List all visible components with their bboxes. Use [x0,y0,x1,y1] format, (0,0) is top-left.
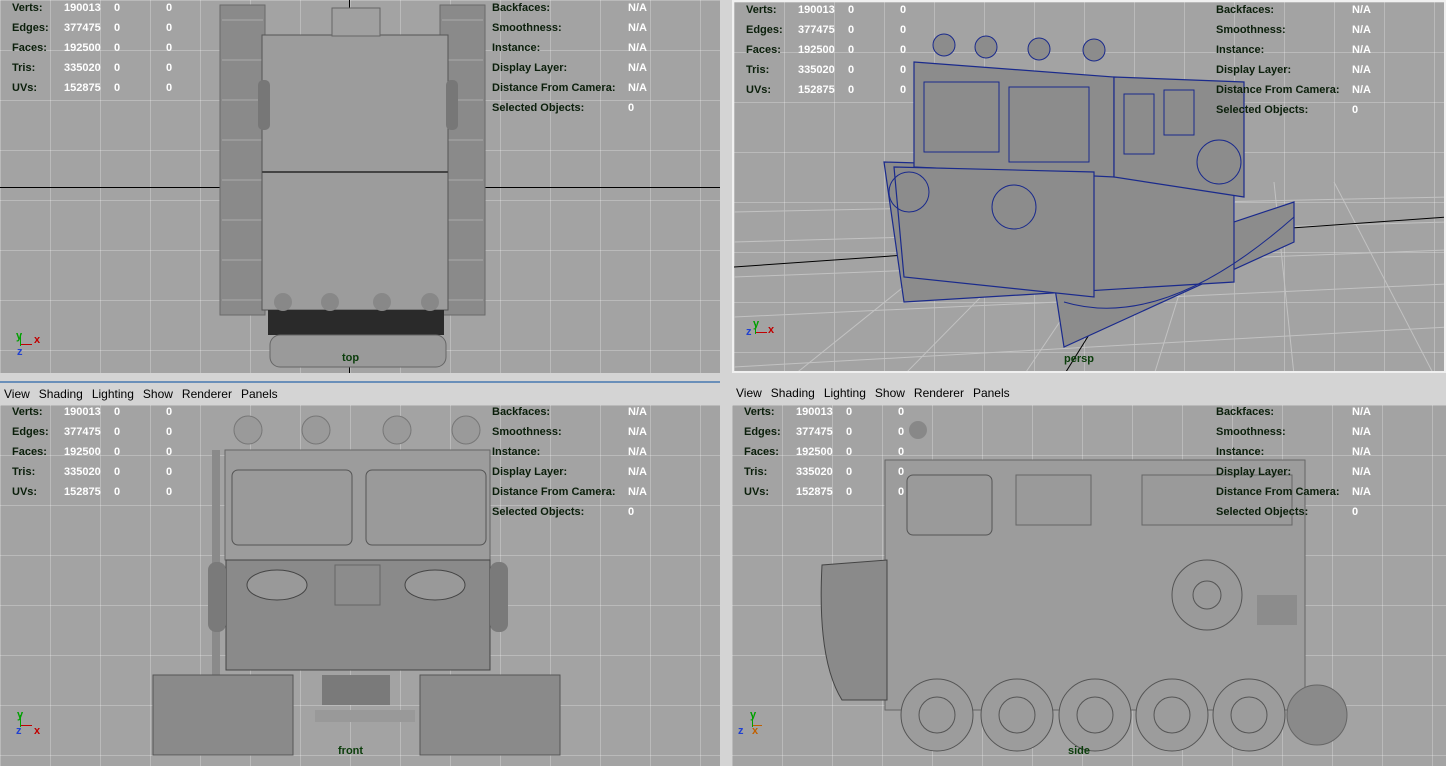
hud-object-info: Backfaces: N/A Smoothness: N/A Instance: N/… [492,406,647,518]
hud-object-info: Backfaces: N/A Smoothness: N/A Instance: N/… [492,2,647,114]
viewport-side[interactable]: Verts: 190013 0 0 Edges: 377475 0 0 Faces: 1925… [732,405,1446,766]
menu-view[interactable]: View [0,387,34,401]
hud-object-info: Backfaces: N/A Smoothness: N/A Instance: N/… [1216,406,1371,518]
menu-shading[interactable]: Shading [767,386,819,400]
hud-stats: Verts: 190013 0 0 Edges: 377475 0 0 Faces: 1925… [744,406,905,498]
menu-view[interactable]: View [732,386,766,400]
menu-panels[interactable]: Panels [237,387,282,401]
hud-row-tris: Tris: 335020 0 0 [12,62,173,74]
hud-stats: Verts: 190013 0 0 Edges: 377475 0 0 Faces: 1925… [746,4,907,96]
menu-show[interactable]: Show [871,386,909,400]
hud-stats: Verts: 190013 0 0 Edges: 377475 0 0 Faces: 1925… [12,406,173,498]
hud-row-uvs: UVs: 152875 0 0 [12,82,173,94]
axis-gizmo-icon: y z x [738,709,768,741]
camera-label: front [338,745,364,757]
axis-gizmo-icon: y x z [16,709,41,737]
menu-lighting[interactable]: Lighting [820,386,870,400]
menu-lighting[interactable]: Lighting [88,387,138,401]
panel-menubar-front: View Shading Lighting Show Renderer Pane… [0,381,720,405]
menu-shading[interactable]: Shading [35,387,87,401]
axis-gizmo-icon: y x z [746,318,775,338]
hud-row-verts: Verts: 190013 0 0 [12,2,173,14]
menu-renderer[interactable]: Renderer [910,386,968,400]
axis-gizmo-icon: y x z [16,330,41,358]
panel-menubar-side: View Shading Lighting Show Renderer Pane… [732,381,1446,405]
hud-object-info: Backfaces: N/A Smoothness: N/A Instance: N/… [1216,4,1371,116]
camera-label: side [1068,745,1091,757]
menu-show[interactable]: Show [139,387,177,401]
menu-renderer[interactable]: Renderer [178,387,236,401]
viewport-persp[interactable]: Verts: 190013 0 0 Edges: 377475 0 0 Faces: 1925… [732,0,1446,373]
hud-row-faces: Faces: 192500 0 0 [12,42,173,54]
hud-stats: Verts: 190013 0 0 Edges: 377475 0 0 Faces: 1925… [12,0,172,98]
camera-label: top [342,352,360,364]
panel-divider-horizontal[interactable] [0,373,1446,381]
viewport-top[interactable]: Verts: 190013 0 0 Edges: 377475 0 0 Faces: 1925… [0,0,720,373]
menu-panels[interactable]: Panels [969,386,1014,400]
viewport-front[interactable]: Verts: 190013 0 0 Edges: 377475 0 0 Faces: 1925… [0,405,720,766]
panel-divider-vertical[interactable] [720,0,732,766]
hud-row-edges: Edges: 377475 0 0 [12,22,173,34]
camera-label: persp [1064,353,1094,365]
